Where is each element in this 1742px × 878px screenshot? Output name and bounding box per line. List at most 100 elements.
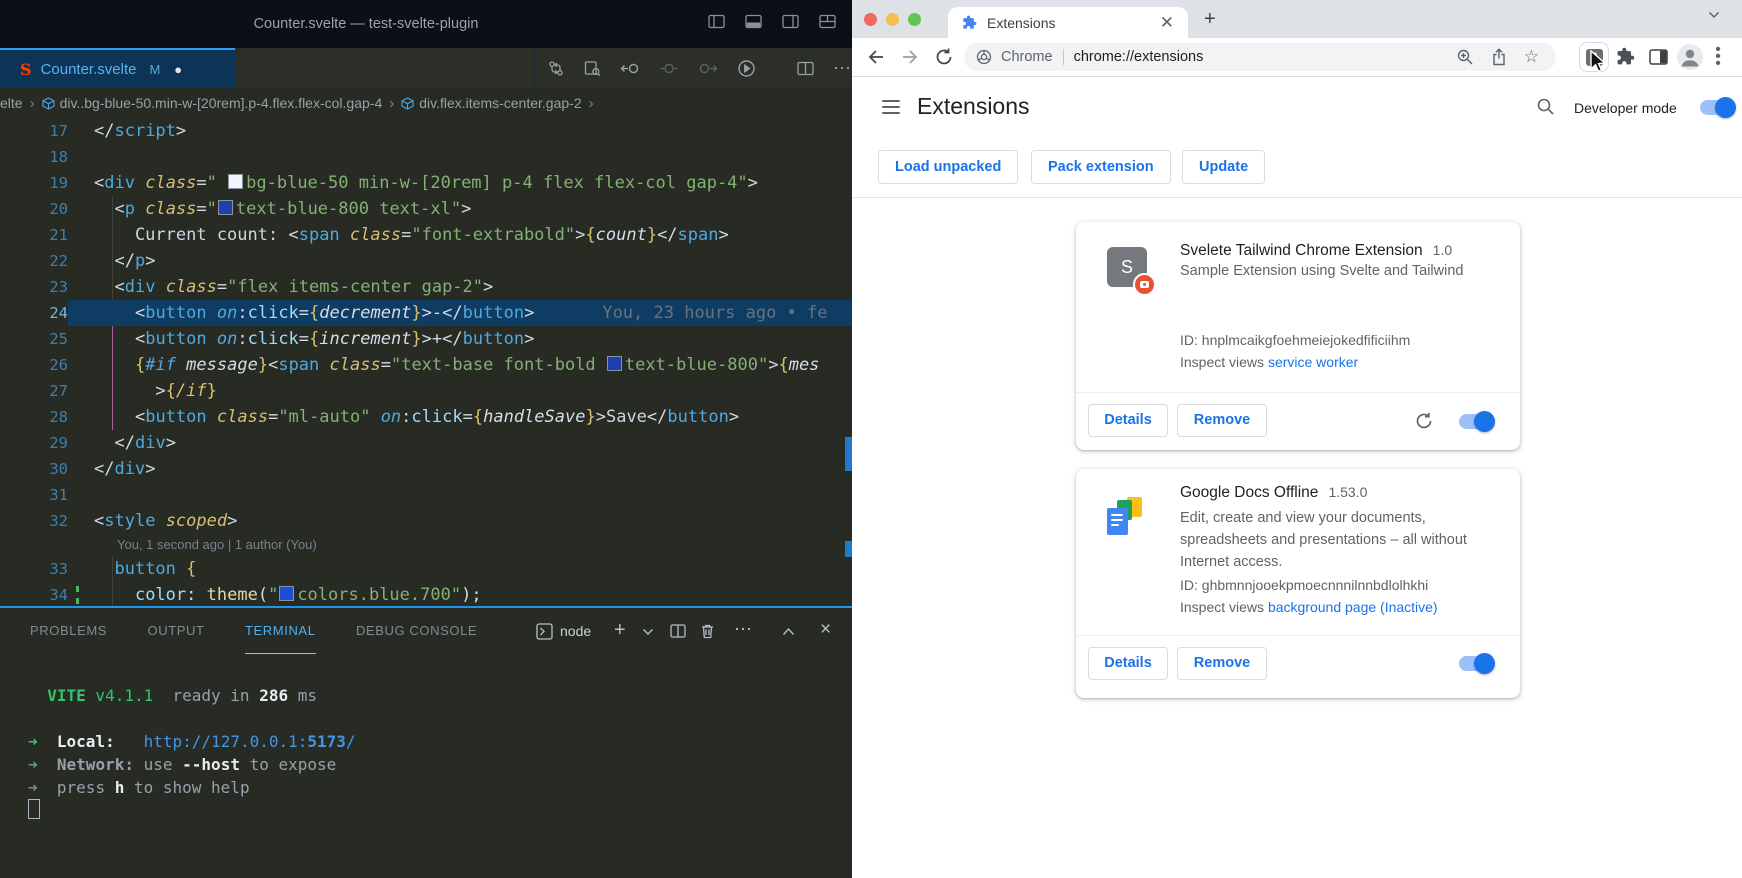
line-number: 22 (0, 248, 68, 274)
reload-extension-icon[interactable] (1414, 411, 1434, 431)
line-number: 28 (0, 404, 68, 430)
background-page-link[interactable]: background page (Inactive) (1268, 599, 1438, 615)
code-line: 33 button { (0, 556, 852, 582)
developer-mode-toggle[interactable] (1700, 100, 1734, 115)
pack-extension-button[interactable]: Pack extension (1031, 150, 1171, 184)
breadcrumb-file[interactable]: elte (0, 95, 23, 111)
panel-more-actions-icon[interactable]: ⋯ (734, 608, 753, 654)
update-button[interactable]: Update (1182, 150, 1265, 184)
chevron-right-icon: › (30, 95, 35, 112)
share-icon[interactable] (1491, 48, 1507, 66)
tab-problems[interactable]: PROBLEMS (30, 608, 107, 653)
previous-change-icon[interactable] (620, 60, 640, 77)
code-area[interactable]: 17</script>1819<div class=" bg-blue-50 m… (0, 118, 852, 606)
reload-icon[interactable] (934, 47, 954, 67)
url-text[interactable]: chrome://extensions (1074, 49, 1456, 65)
git-modified-badge: M (149, 62, 160, 77)
search-icon[interactable] (1536, 97, 1555, 116)
run-preview-icon[interactable] (737, 59, 756, 78)
new-tab-button[interactable]: + (1204, 10, 1216, 28)
header-divider (852, 197, 1742, 198)
chrome-menu-icon[interactable]: ••• (1714, 46, 1722, 67)
terminal-shell-label[interactable]: node (560, 608, 591, 654)
extension-id: ID: hnplmcaikgfoehmeiejokedfificiihm (1180, 332, 1410, 348)
extension-name: Google Docs Offline1.53.0 (1180, 484, 1367, 502)
toggle-sidebar-icon[interactable] (708, 14, 725, 29)
close-panel-icon[interactable]: × (820, 608, 831, 654)
toggle-panel-icon[interactable] (745, 14, 762, 29)
breadcrumb-symbol-1[interactable]: div..bg-blue-50.min-w-[20rem].p-4.flex.f… (42, 95, 383, 111)
extension-description: Sample Extension using Svelte and Tailwi… (1180, 260, 1492, 282)
tab-terminal[interactable]: TERMINAL (245, 608, 316, 654)
line-number: 23 (0, 274, 68, 300)
line-number: 17 (0, 118, 68, 144)
tab-close-icon[interactable]: ✕ (1160, 16, 1174, 30)
zoom-window-button[interactable] (908, 13, 921, 26)
bookmark-star-icon[interactable]: ☆ (1524, 47, 1539, 67)
side-panel-icon[interactable] (1649, 49, 1668, 65)
zoom-icon[interactable] (1456, 48, 1474, 66)
open-preview-icon[interactable] (584, 60, 601, 77)
extensions-puzzle-icon[interactable] (1616, 47, 1635, 66)
unsaved-dot-icon[interactable]: ● (174, 62, 182, 77)
line-number: 34 (0, 582, 68, 606)
breadcrumb: elte › div..bg-blue-50.min-w-[20rem].p-4… (0, 88, 852, 118)
tab-list-chevron-icon[interactable] (1708, 11, 1720, 19)
code-line: 19<div class=" bg-blue-50 min-w-[20rem] … (0, 170, 852, 196)
tab-counter-svelte[interactable]: S Counter.svelte M ● (0, 48, 235, 88)
line-number: 26 (0, 352, 68, 378)
extension-enabled-toggle[interactable] (1459, 414, 1493, 429)
extension-id: ID: ghbmnnjooekpmoecnnnilnnbdlolhkhi (1180, 577, 1428, 593)
more-actions-icon[interactable]: ⋯ (833, 63, 852, 73)
next-change-icon[interactable] (698, 60, 718, 77)
details-button[interactable]: Details (1088, 647, 1168, 680)
extension-version: 1.0 (1433, 242, 1452, 258)
chrome-site-icon (976, 49, 992, 65)
code-line: 23 <div class="flex items-center gap-2"> (0, 274, 852, 300)
back-icon[interactable] (866, 47, 886, 67)
details-button[interactable]: Details (1088, 404, 1168, 437)
line-number: 32 (0, 508, 68, 534)
bottom-panel: PROBLEMS OUTPUT TERMINAL DEBUG CONSOLE n… (0, 606, 852, 878)
load-unpacked-button[interactable]: Load unpacked (878, 150, 1018, 184)
extension-card-google-docs-offline: Google Docs Offline1.53.0 Edit, create a… (1076, 469, 1520, 698)
extension-version: 1.53.0 (1328, 484, 1367, 500)
remove-button[interactable]: Remove (1177, 404, 1267, 437)
inspect-views: Inspect views service worker (1180, 354, 1358, 370)
chrome-tab-strip: Extensions ✕ + (852, 0, 1742, 38)
terminal-output[interactable]: VITE v4.1.1 ready in 286 ms ➜ Local: htt… (0, 656, 852, 878)
address-bar[interactable]: Chrome chrome://extensions ☆ (964, 43, 1556, 71)
code-line: 28 <button class="ml-auto" on:click={han… (0, 404, 852, 430)
customize-layout-icon[interactable] (819, 14, 836, 29)
terminal-line: ➜ Network: use --host to expose (28, 753, 852, 776)
color-swatch (607, 356, 622, 371)
tab-title: Extensions (987, 15, 1160, 31)
source-control-compare-icon[interactable] (547, 60, 565, 77)
symbol-cube-icon (401, 97, 414, 110)
breadcrumb-symbol-2[interactable]: div.flex.items-center.gap-2 (401, 95, 581, 111)
window-title: Counter.svelte — test-svelte-plugin (0, 0, 732, 48)
close-window-button[interactable] (864, 13, 877, 26)
current-change-icon[interactable] (659, 60, 679, 77)
extension-enabled-toggle[interactable] (1459, 656, 1493, 671)
developer-mode-label: Developer mode (1574, 100, 1677, 116)
line-number: 19 (0, 170, 68, 196)
code-line: 26 {#if message}<span class="text-base f… (0, 352, 852, 378)
new-terminal-icon[interactable]: + (614, 608, 626, 654)
tab-debug-console[interactable]: DEBUG CONSOLE (356, 608, 477, 653)
terminal-line: ➜ Local: http://127.0.0.1:5173/ (28, 730, 852, 753)
remove-button[interactable]: Remove (1177, 647, 1267, 680)
split-editor-icon[interactable] (797, 61, 814, 76)
main-menu-icon[interactable] (882, 100, 900, 118)
google-docs-icon (1107, 497, 1147, 539)
extension-description: Edit, create and view your documents, sp… (1180, 507, 1492, 573)
tab-extensions[interactable]: Extensions ✕ (948, 7, 1188, 38)
minimize-window-button[interactable] (886, 13, 899, 26)
vscode-window: Counter.svelte — test-svelte-plugin S Co… (0, 0, 852, 878)
tab-output[interactable]: OUTPUT (148, 608, 205, 653)
symbol-cube-icon (42, 97, 55, 110)
service-worker-link[interactable]: service worker (1268, 354, 1358, 370)
profile-avatar[interactable] (1677, 44, 1703, 70)
toggle-secondary-sidebar-icon[interactable] (782, 14, 799, 29)
forward-icon[interactable] (900, 47, 920, 67)
